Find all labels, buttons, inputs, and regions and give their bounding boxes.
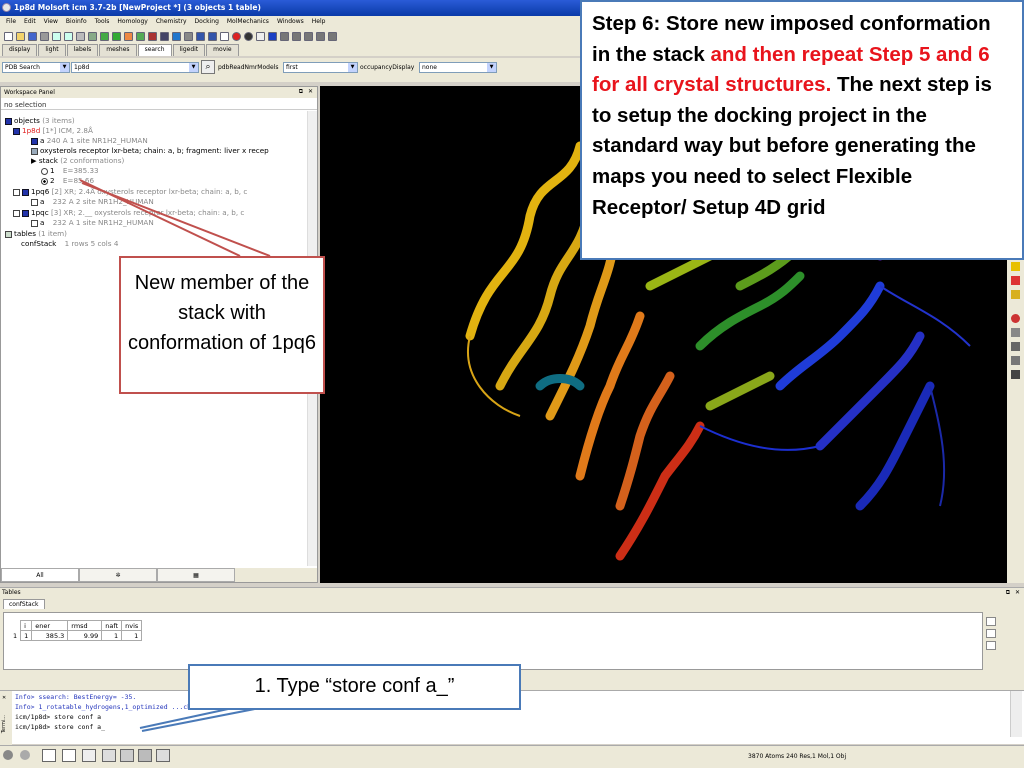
callout-arrow-new-member [81, 182, 271, 257]
callout-step6: Step 6: Store new imposed conformation i… [580, 0, 1024, 260]
new-member-text: New member of the stack with conformatio… [128, 272, 316, 354]
type-command-text: 1. Type “store conf a_” [254, 675, 455, 697]
callout-type-command: 1. Type “store conf a_” [188, 664, 521, 710]
callout-new-member: New member of the stack with conformatio… [119, 256, 325, 394]
